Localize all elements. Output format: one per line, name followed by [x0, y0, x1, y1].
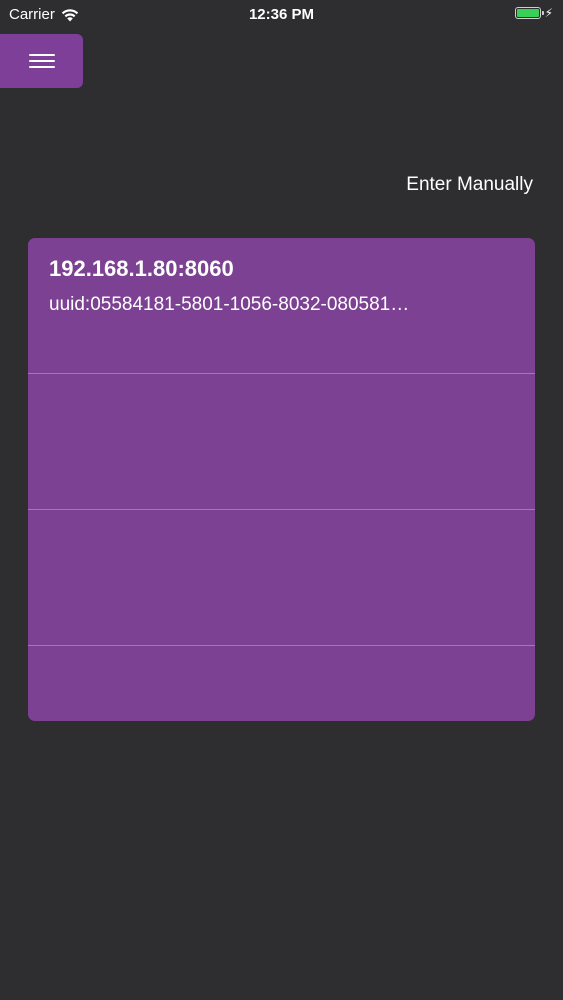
device-row-empty	[28, 374, 535, 510]
device-row[interactable]: 192.168.1.80:8060 uuid:05584181-5801-105…	[28, 238, 535, 374]
status-bar: Carrier 12:36 PM ⚡	[0, 0, 563, 30]
menu-button[interactable]	[0, 34, 83, 88]
hamburger-icon	[28, 54, 55, 68]
device-row-empty	[28, 510, 535, 646]
enter-manually-button[interactable]: Enter Manually	[406, 174, 533, 196]
device-list: 192.168.1.80:8060 uuid:05584181-5801-105…	[28, 238, 535, 721]
battery-icon	[514, 7, 544, 19]
device-row-empty	[28, 646, 535, 721]
status-time: 12:36 PM	[248, 6, 315, 23]
device-address: 192.168.1.80:8060	[49, 256, 234, 281]
charging-bolt-icon: ⚡	[544, 6, 553, 20]
battery-indicator: ⚡	[514, 6, 553, 20]
device-uuid: uuid:05584181-5801-1056-8032-080581…	[49, 294, 410, 315]
battery-fill	[516, 9, 539, 17]
